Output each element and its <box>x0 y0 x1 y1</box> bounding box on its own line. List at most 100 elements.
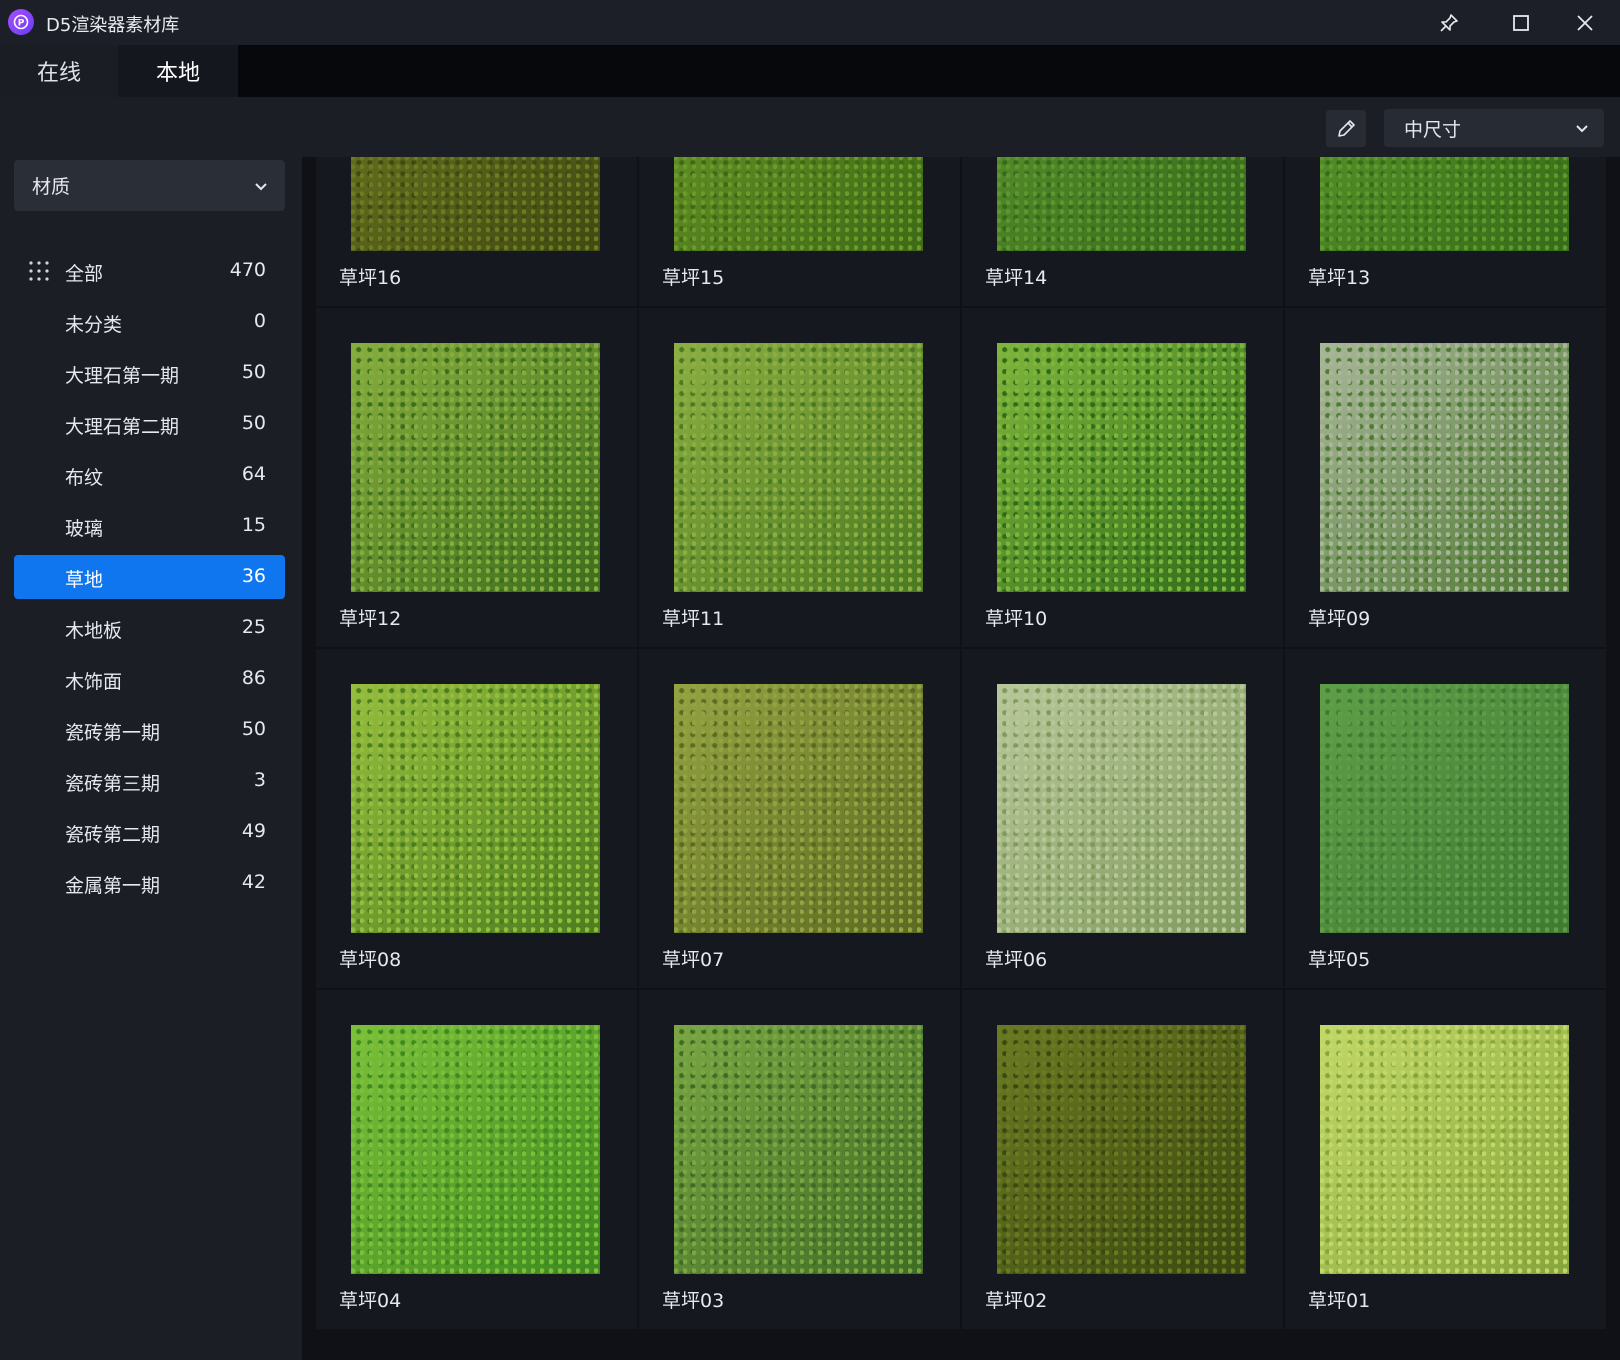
pin-icon <box>1440 13 1458 32</box>
material-card[interactable]: 草坪01 <box>1285 990 1606 1329</box>
sidebar-item-label: 大理石第一期 <box>65 365 180 387</box>
sidebar-item-count: 64 <box>241 463 266 485</box>
sidebar-item[interactable]: 未分类 0 <box>14 300 285 344</box>
sidebar-item-count: 470 <box>229 259 266 281</box>
material-thumbnail <box>674 157 923 251</box>
material-name: 草坪08 <box>339 949 402 971</box>
material-thumbnail <box>351 1025 600 1274</box>
tab-bar: 在线 本地 <box>0 45 1620 97</box>
size-select[interactable]: 中尺寸 <box>1384 109 1604 147</box>
window-title: D5渲染器素材库 <box>46 15 180 36</box>
sidebar-item-count: 25 <box>241 616 266 638</box>
material-card[interactable]: 草坪09 <box>1285 308 1606 647</box>
sidebar-item[interactable]: 瓷砖第一期 50 <box>14 708 285 752</box>
material-name: 草坪01 <box>1308 1290 1371 1312</box>
material-name: 草坪12 <box>339 608 402 630</box>
category-list: 全部 470 未分类 0 大理石第一期 50 大理石第二期 50 布纹 64 玻璃 15 草地 36 木地板… <box>14 249 285 912</box>
material-thumbnail <box>1320 343 1569 592</box>
pin-button[interactable] <box>1418 0 1480 45</box>
material-thumbnail <box>351 684 600 933</box>
sidebar-item-label: 未分类 <box>65 314 123 336</box>
title-bar: P D5渲染器素材库 <box>0 0 1620 45</box>
material-name: 草坪09 <box>1308 608 1371 630</box>
tab-online[interactable]: 在线 <box>0 45 118 97</box>
app-logo-icon: P <box>8 9 34 35</box>
sidebar-item[interactable]: 瓷砖第二期 49 <box>14 810 285 854</box>
sidebar-item-count: 50 <box>241 361 266 383</box>
material-card[interactable]: 草坪07 <box>639 649 960 988</box>
material-card[interactable]: 草坪06 <box>962 649 1283 988</box>
tab-online-label: 在线 <box>36 61 81 86</box>
material-thumbnail <box>674 684 923 933</box>
material-thumbnail <box>351 343 600 592</box>
toolbar: 中尺寸 <box>0 97 1620 157</box>
material-thumbnail <box>674 343 923 592</box>
chevron-down-icon <box>1576 125 1588 133</box>
category-select[interactable]: 材质 <box>14 160 285 211</box>
sidebar-item-count: 42 <box>241 871 266 893</box>
close-button[interactable] <box>1554 0 1616 45</box>
material-thumbnail <box>997 1025 1246 1274</box>
material-card[interactable]: 草坪13 <box>1285 157 1606 306</box>
material-card[interactable]: 草坪10 <box>962 308 1283 647</box>
sidebar-item[interactable]: 金属第一期 42 <box>14 861 285 905</box>
edit-button[interactable] <box>1326 110 1366 147</box>
sidebar-item-label: 木饰面 <box>65 671 123 693</box>
maximize-icon <box>1513 14 1529 31</box>
material-thumbnail <box>997 343 1246 592</box>
sidebar-item[interactable]: 玻璃 15 <box>14 504 285 548</box>
material-card[interactable]: 草坪14 <box>962 157 1283 306</box>
material-name: 草坪03 <box>662 1290 725 1312</box>
material-name: 草坪15 <box>662 267 725 289</box>
chevron-down-icon <box>255 183 267 191</box>
sidebar-item-label: 大理石第二期 <box>65 416 180 438</box>
grid-dots-icon <box>29 261 49 281</box>
material-card[interactable]: 草坪02 <box>962 990 1283 1329</box>
material-thumbnail <box>1320 1025 1569 1274</box>
material-card[interactable]: 草坪12 <box>316 308 637 647</box>
sidebar-item[interactable]: 木饰面 86 <box>14 657 285 701</box>
sidebar-item-count: 36 <box>241 565 266 587</box>
sidebar-item[interactable]: 大理石第一期 50 <box>14 351 285 395</box>
tab-local[interactable]: 本地 <box>118 45 238 97</box>
material-thumbnail <box>1320 684 1569 933</box>
material-grid-area: 草坪16 草坪15 草坪14 草坪13 草坪12 草坪11 草坪10 草坪09 草坪08 草坪07… <box>302 157 1620 1360</box>
sidebar-item[interactable]: 全部 470 <box>14 249 285 293</box>
sidebar-item-count: 0 <box>253 310 266 332</box>
app-logo-letter: P <box>18 19 25 29</box>
material-thumbnail <box>351 157 600 251</box>
category-select-value: 材质 <box>32 176 71 198</box>
material-name: 草坪16 <box>339 267 402 289</box>
sidebar-item-count: 50 <box>241 718 266 740</box>
sidebar-item-label: 木地板 <box>65 620 123 642</box>
sidebar-item[interactable]: 木地板 25 <box>14 606 285 650</box>
material-card[interactable]: 草坪11 <box>639 308 960 647</box>
sidebar-item-count: 3 <box>253 769 266 791</box>
sidebar-item[interactable]: 大理石第二期 50 <box>14 402 285 446</box>
sidebar-item[interactable]: 草地 36 <box>14 555 285 599</box>
material-card[interactable]: 草坪08 <box>316 649 637 988</box>
material-card[interactable]: 草坪05 <box>1285 649 1606 988</box>
sidebar-item[interactable]: 布纹 64 <box>14 453 285 497</box>
sidebar-item-label: 瓷砖第三期 <box>65 773 161 795</box>
material-card[interactable]: 草坪15 <box>639 157 960 306</box>
material-thumbnail <box>1320 157 1569 251</box>
scrollbar[interactable] <box>1610 157 1620 1360</box>
material-grid: 草坪16 草坪15 草坪14 草坪13 草坪12 草坪11 草坪10 草坪09 草坪08 草坪07… <box>316 157 1606 1329</box>
sidebar-item-label: 瓷砖第一期 <box>65 722 161 744</box>
material-card[interactable]: 草坪03 <box>639 990 960 1329</box>
material-name: 草坪10 <box>985 608 1048 630</box>
sidebar-item-label: 金属第一期 <box>65 875 161 897</box>
sidebar-item-label: 草地 <box>65 569 104 591</box>
maximize-button[interactable] <box>1490 0 1552 45</box>
material-card[interactable]: 草坪16 <box>316 157 637 306</box>
material-thumbnail <box>674 1025 923 1274</box>
sidebar-item-label: 瓷砖第二期 <box>65 824 161 846</box>
pencil-icon <box>1338 119 1355 137</box>
material-card[interactable]: 草坪04 <box>316 990 637 1329</box>
sidebar-item-label: 全部 <box>65 263 104 285</box>
tab-local-label: 本地 <box>155 61 200 86</box>
sidebar-item[interactable]: 瓷砖第三期 3 <box>14 759 285 803</box>
sidebar-item-count: 50 <box>241 412 266 434</box>
material-name: 草坪05 <box>1308 949 1371 971</box>
